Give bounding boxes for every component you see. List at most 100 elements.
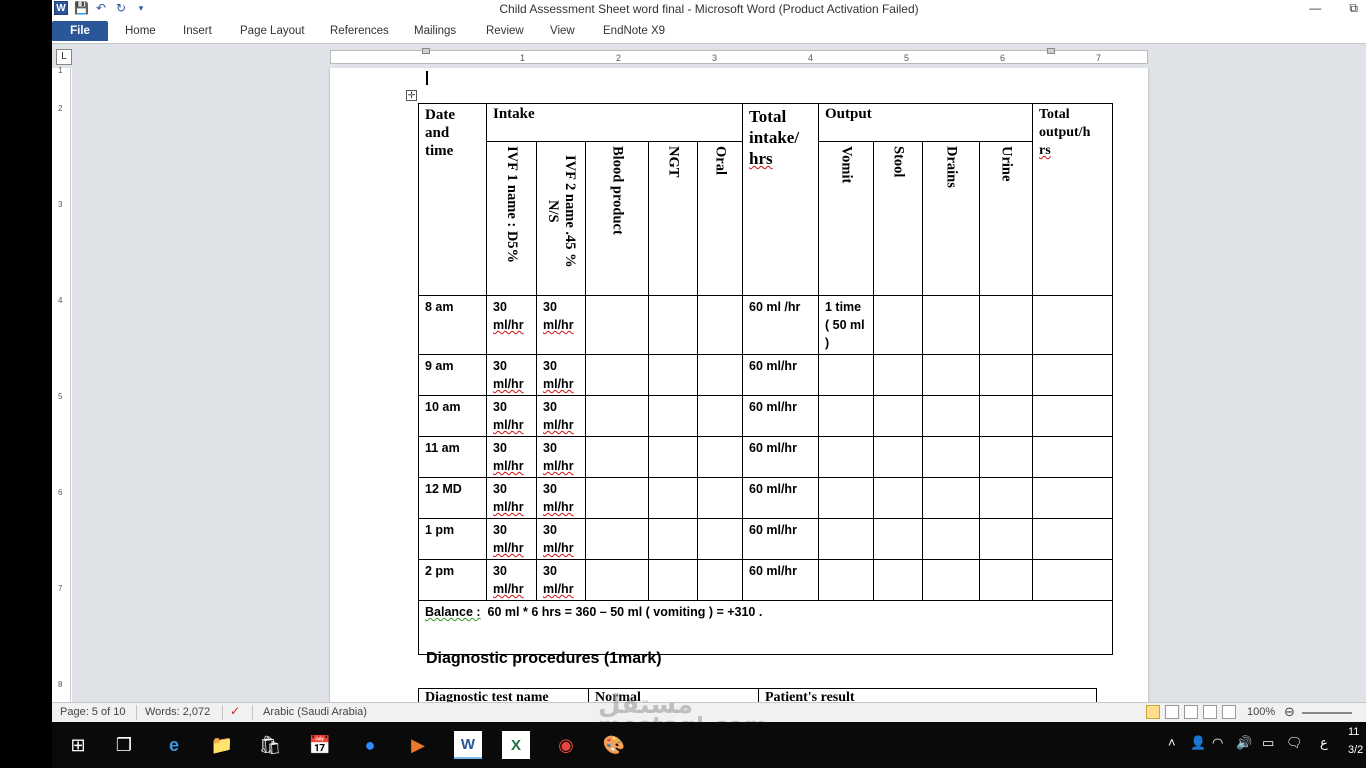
blood-cell[interactable] (585, 477, 649, 519)
right-indent-marker[interactable] (1047, 48, 1055, 54)
vomit-cell[interactable] (818, 395, 874, 437)
blood-cell[interactable] (585, 295, 649, 355)
oral-cell[interactable] (697, 354, 743, 396)
stool-cell[interactable] (873, 354, 923, 396)
urine-cell[interactable] (979, 395, 1033, 437)
drains-cell[interactable] (922, 518, 980, 560)
urine-cell[interactable] (979, 436, 1033, 478)
volume-icon[interactable]: 🔊 (1236, 735, 1252, 751)
total-intake-cell[interactable]: 60 ml/hr (742, 395, 819, 437)
total-output-cell[interactable] (1032, 518, 1113, 560)
ivf2-cell[interactable]: 30 ml/hr (536, 395, 586, 437)
edge-browser-icon[interactable]: e (160, 731, 188, 759)
urine-cell[interactable] (979, 295, 1033, 355)
print-layout-view-icon[interactable] (1146, 705, 1160, 719)
drains-cell[interactable] (922, 354, 980, 396)
tab-file[interactable]: File (52, 21, 108, 41)
vomit-cell[interactable] (818, 559, 874, 601)
language-indicator[interactable]: Arabic (Saudi Arabia) (263, 706, 367, 718)
total-output-cell[interactable] (1032, 295, 1113, 355)
time-cell[interactable]: 1 pm (418, 518, 487, 560)
tab-view[interactable]: View (550, 22, 575, 40)
total-intake-cell[interactable]: 60 ml/hr (742, 518, 819, 560)
paint-icon[interactable]: 🎨 (600, 731, 628, 759)
vertical-ruler[interactable]: 1 2 3 4 5 6 7 8 (56, 66, 71, 702)
ivf1-cell[interactable]: 30 ml/hr (486, 436, 537, 478)
oral-cell[interactable] (697, 518, 743, 560)
time-cell[interactable]: 9 am (418, 354, 487, 396)
time-cell[interactable]: 2 pm (418, 559, 487, 601)
wifi-icon[interactable]: ◠ (1212, 735, 1223, 751)
blood-cell[interactable] (585, 436, 649, 478)
drains-cell[interactable] (922, 436, 980, 478)
chrome-icon[interactable]: ◉ (552, 731, 580, 759)
clock-date[interactable]: 3/2 (1348, 744, 1363, 756)
network-alert-icon[interactable]: 👤 (1190, 735, 1206, 751)
blood-cell[interactable] (585, 354, 649, 396)
blood-cell[interactable] (585, 559, 649, 601)
zoom-out-icon[interactable]: ⊖ (1284, 704, 1295, 720)
oral-cell[interactable] (697, 295, 743, 355)
table-move-handle-icon[interactable]: ✛ (406, 90, 417, 101)
full-screen-reading-view-icon[interactable] (1165, 705, 1179, 719)
zoom-slider[interactable] (1302, 712, 1352, 714)
time-cell[interactable]: 8 am (418, 295, 487, 355)
ngt-cell[interactable] (648, 518, 698, 560)
horizontal-ruler[interactable]: 1 2 3 4 5 6 7 (330, 48, 1148, 64)
intake-output-table[interactable]: Date and time Intake Total intake/hrs Ou… (418, 103, 1113, 655)
tray-expand-icon[interactable]: ˄ (1168, 735, 1176, 750)
file-explorer-icon[interactable]: 📁 (208, 731, 236, 759)
total-output-cell[interactable] (1032, 559, 1113, 601)
blood-cell[interactable] (585, 395, 649, 437)
drains-cell[interactable] (922, 295, 980, 355)
total-output-cell[interactable] (1032, 395, 1113, 437)
tab-insert[interactable]: Insert (183, 22, 212, 40)
zoom-app-icon[interactable]: ● (356, 731, 384, 759)
document-page[interactable]: ✛ Date and time Intake Total intake/hrs … (330, 68, 1148, 702)
ivf1-cell[interactable]: 30 ml/hr (486, 518, 537, 560)
web-layout-view-icon[interactable] (1184, 705, 1198, 719)
zoom-level[interactable]: 100% (1247, 706, 1275, 718)
oral-cell[interactable] (697, 477, 743, 519)
proofing-icon[interactable]: ✓ (230, 704, 240, 718)
ivf2-cell[interactable]: 30 ml/hr (536, 354, 586, 396)
first-line-indent-marker[interactable] (422, 48, 430, 54)
ngt-cell[interactable] (648, 436, 698, 478)
notification-icon[interactable]: 🗨 (1286, 735, 1303, 751)
vomit-cell[interactable] (818, 354, 874, 396)
total-intake-cell[interactable]: 60 ml/hr (742, 477, 819, 519)
ngt-cell[interactable] (648, 295, 698, 355)
time-cell[interactable]: 10 am (418, 395, 487, 437)
urine-cell[interactable] (979, 477, 1033, 519)
media-player-icon[interactable]: ▶ (404, 731, 432, 759)
ivf2-cell[interactable]: 30 ml/hr (536, 436, 586, 478)
tab-home[interactable]: Home (125, 22, 156, 40)
stool-cell[interactable] (873, 559, 923, 601)
ivf2-cell[interactable]: 30 ml/hr (536, 559, 586, 601)
time-cell[interactable]: 11 am (418, 436, 487, 478)
drains-cell[interactable] (922, 477, 980, 519)
ngt-cell[interactable] (648, 395, 698, 437)
ngt-cell[interactable] (648, 354, 698, 396)
urine-cell[interactable] (979, 354, 1033, 396)
excel-taskbar-icon[interactable]: X (502, 731, 530, 759)
urine-cell[interactable] (979, 559, 1033, 601)
battery-icon[interactable]: ▭ (1262, 735, 1274, 751)
restore-button[interactable]: ⧉ (1349, 1, 1358, 16)
ivf1-cell[interactable]: 30 ml/hr (486, 477, 537, 519)
total-output-cell[interactable] (1032, 477, 1113, 519)
document-workspace[interactable]: ✛ Date and time Intake Total intake/hrs … (72, 68, 1366, 702)
oral-cell[interactable] (697, 559, 743, 601)
clock-time[interactable]: 11 (1348, 726, 1359, 738)
ngt-cell[interactable] (648, 477, 698, 519)
vomit-cell[interactable]: 1 time ( 50 ml ) (818, 295, 874, 355)
balance-cell[interactable]: Balance : 60 ml * 6 hrs = 360 – 50 ml ( … (418, 600, 1113, 655)
vomit-cell[interactable] (818, 477, 874, 519)
tab-page-layout[interactable]: Page Layout (240, 22, 305, 40)
tab-references[interactable]: References (330, 22, 389, 40)
tab-selector[interactable]: L (56, 49, 72, 65)
oral-cell[interactable] (697, 395, 743, 437)
vomit-cell[interactable] (818, 518, 874, 560)
outline-view-icon[interactable] (1203, 705, 1217, 719)
ngt-cell[interactable] (648, 559, 698, 601)
